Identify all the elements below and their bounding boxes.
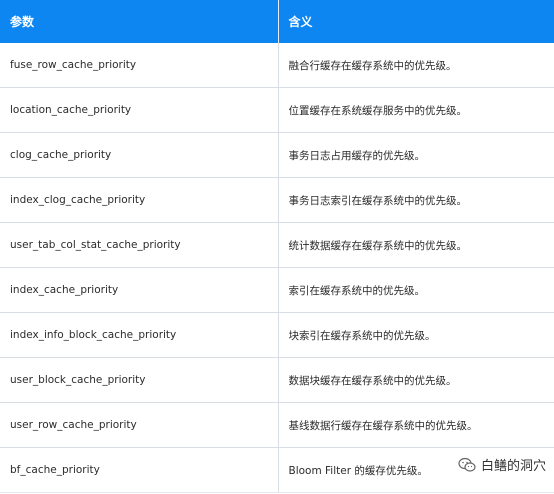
param-meaning: 索引在缓存系统中的优先级。 [278,267,554,313]
param-meaning: 块索引在缓存系统中的优先级。 [278,312,554,358]
param-meaning: 统计数据缓存在缓存系统中的优先级。 [278,222,554,268]
table-row: fuse_row_cache_priority 融合行缓存在缓存系统中的优先级。 [0,43,554,88]
table-row: clog_cache_priority 事务日志占用缓存的优先级。 [0,132,554,178]
param-meaning: 事务日志索引在缓存系统中的优先级。 [278,177,554,223]
param-meaning: 位置缓存在系统缓存服务中的优先级。 [278,87,554,133]
param-meaning: 融合行缓存在缓存系统中的优先级。 [278,43,554,88]
param-meaning: 数据块缓存在缓存系统中的优先级。 [278,357,554,403]
header-param: 参数 [0,0,279,43]
table-row: index_info_block_cache_priority 块索引在缓存系统… [0,312,554,358]
param-name: index_cache_priority [0,267,279,313]
param-name: user_row_cache_priority [0,402,279,448]
param-name: fuse_row_cache_priority [0,43,279,88]
watermark: 白鳝的洞穴 [458,455,546,474]
header-meaning: 含义 [278,0,554,43]
watermark-text: 白鳝的洞穴 [480,459,546,474]
param-name: index_clog_cache_priority [0,177,279,223]
param-meaning: 基线数据行缓存在缓存系统中的优先级。 [278,402,554,448]
table-row: location_cache_priority 位置缓存在系统缓存服务中的优先级… [0,87,554,133]
table-row: user_row_cache_priority 基线数据行缓存在缓存系统中的优先… [0,402,554,448]
table-header-row: 参数 含义 [0,0,554,43]
parameter-table: 参数 含义 fuse_row_cache_priority 融合行缓存在缓存系统… [0,0,554,493]
table-row: index_cache_priority 索引在缓存系统中的优先级。 [0,267,554,313]
param-meaning: 事务日志占用缓存的优先级。 [278,132,554,178]
table-row: user_tab_col_stat_cache_priority 统计数据缓存在… [0,222,554,268]
table-row: user_block_cache_priority 数据块缓存在缓存系统中的优先… [0,357,554,403]
param-name: clog_cache_priority [0,132,279,178]
wechat-icon [458,457,476,472]
param-name: bf_cache_priority [0,447,279,493]
param-name: location_cache_priority [0,87,279,133]
param-name: index_info_block_cache_priority [0,312,279,358]
param-name: user_block_cache_priority [0,357,279,403]
param-name: user_tab_col_stat_cache_priority [0,222,279,268]
table-row: index_clog_cache_priority 事务日志索引在缓存系统中的优… [0,177,554,223]
